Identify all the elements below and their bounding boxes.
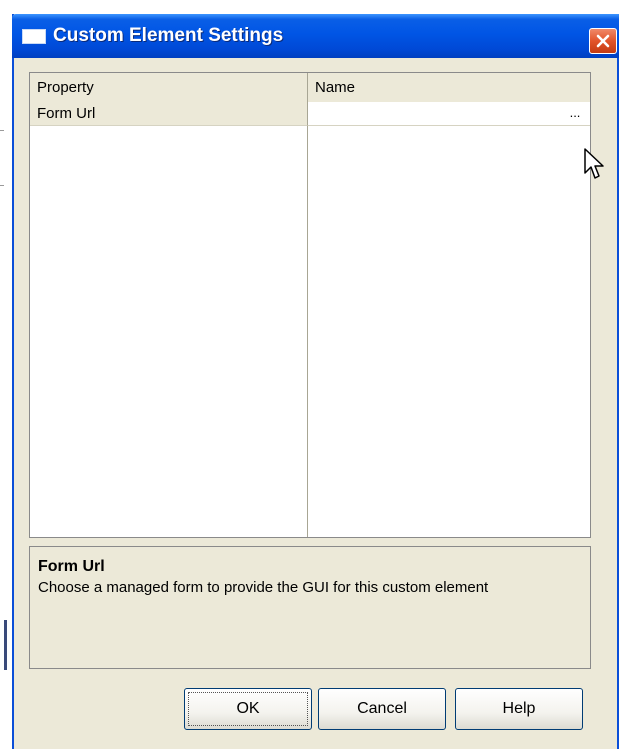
grid-header: Property Name — [30, 73, 590, 103]
column-header-property[interactable]: Property — [30, 73, 308, 102]
window-title: Custom Element Settings — [53, 25, 284, 46]
help-button[interactable]: Help — [455, 688, 583, 730]
help-button-label: Help — [502, 700, 536, 717]
close-button[interactable] — [589, 28, 617, 54]
form-url-value-field[interactable] — [308, 102, 590, 126]
background-tick — [0, 185, 4, 186]
description-text: Choose a managed form to provide the GUI… — [38, 579, 489, 596]
window-icon — [22, 29, 46, 44]
ok-button[interactable]: OK — [184, 688, 312, 730]
background-window-edge — [0, 0, 12, 749]
property-name-form-url[interactable]: Form Url — [30, 102, 308, 126]
column-divider — [307, 126, 308, 537]
description-panel: Form Url Choose a managed form to provid… — [29, 546, 591, 669]
property-grid: Property Name Form Url ... — [29, 72, 591, 538]
background-tick — [0, 130, 4, 131]
background-bar — [4, 620, 7, 670]
mouse-pointer-icon — [584, 148, 604, 179]
cancel-button-label: Cancel — [357, 700, 407, 717]
table-row[interactable]: Form Url ... — [30, 102, 590, 126]
column-header-name[interactable]: Name — [308, 73, 590, 102]
ok-button-label: OK — [236, 700, 260, 717]
browse-ellipsis-button[interactable]: ... — [564, 103, 586, 123]
description-title: Form Url — [38, 558, 105, 575]
close-icon — [596, 34, 610, 48]
cancel-button[interactable]: Cancel — [318, 688, 446, 730]
title-bar[interactable]: Custom Element Settings — [12, 14, 619, 58]
